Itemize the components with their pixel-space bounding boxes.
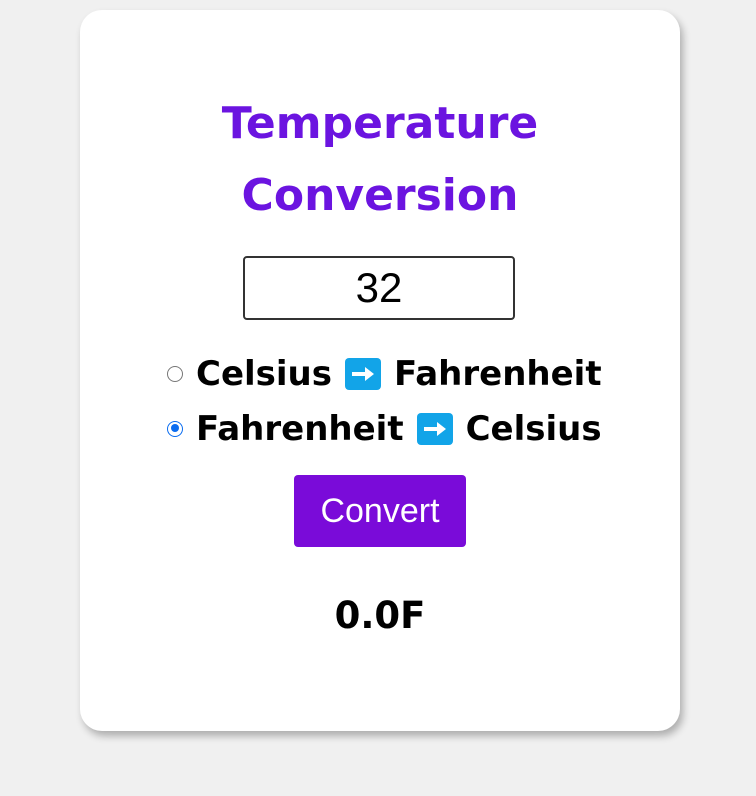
conversion-result: 0.0F xyxy=(334,594,426,637)
title-line-1: Temperature xyxy=(221,98,539,149)
option-to-label: Celsius xyxy=(465,408,602,449)
temperature-input[interactable] xyxy=(243,256,515,320)
option-celsius-to-fahrenheit[interactable]: Celsius Fahrenheit xyxy=(167,346,627,401)
radio-fahrenheit-to-celsius[interactable] xyxy=(167,420,183,437)
conversion-options: Celsius Fahrenheit Fahrenheit Celsius xyxy=(167,346,627,456)
option-from-label: Celsius xyxy=(196,353,332,394)
option-fahrenheit-to-celsius[interactable]: Fahrenheit Celsius xyxy=(167,401,627,456)
option-to-label: Fahrenheit xyxy=(394,353,602,394)
converter-card: Temperature Conversion Celsius Fahrenhei… xyxy=(80,10,680,731)
option-from-label: Fahrenheit xyxy=(196,408,404,449)
right-arrow-icon xyxy=(416,412,453,445)
radio-celsius-to-fahrenheit[interactable] xyxy=(167,365,183,382)
page-title: Temperature Conversion xyxy=(80,88,680,232)
title-line-2: Conversion xyxy=(241,170,519,221)
right-arrow-icon xyxy=(345,357,381,390)
convert-button[interactable]: Convert xyxy=(294,475,466,547)
